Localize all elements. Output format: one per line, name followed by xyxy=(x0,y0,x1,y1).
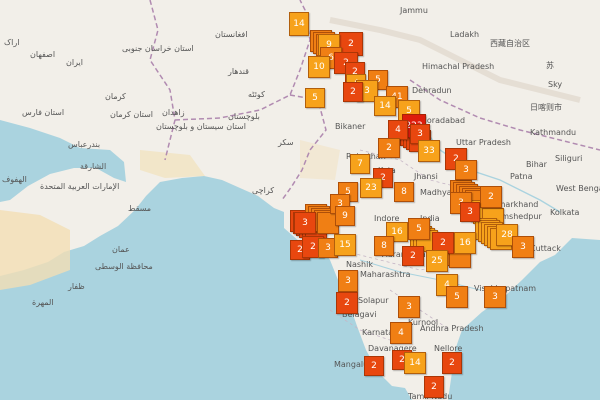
marker-cluster[interactable]: 14 xyxy=(374,96,396,116)
marker-cluster[interactable]: 25 xyxy=(426,250,448,272)
marker-cluster[interactable]: 7 xyxy=(350,154,370,174)
marker-cluster[interactable]: 33 xyxy=(418,140,440,162)
marker-cluster[interactable]: 2 xyxy=(402,246,424,266)
marker-cluster[interactable]: 2 xyxy=(343,82,363,102)
marker-cluster[interactable]: 2 xyxy=(424,376,444,398)
marker-cluster[interactable]: 23 xyxy=(360,178,382,198)
marker-cluster[interactable]: 2 xyxy=(442,352,462,374)
marker-cluster[interactable]: 2 xyxy=(378,138,400,158)
marker-cluster[interactable]: 5 xyxy=(446,286,468,308)
marker-cluster[interactable]: 2 xyxy=(364,356,384,376)
marker-cluster[interactable]: 14 xyxy=(404,352,426,374)
marker-cluster[interactable]: 4 xyxy=(388,120,408,140)
marker-cluster[interactable]: 5 xyxy=(305,88,325,108)
marker-cluster[interactable]: 3 xyxy=(512,236,534,258)
marker-cluster[interactable]: 14 xyxy=(289,12,309,36)
marker-cluster[interactable]: 3 xyxy=(460,202,480,222)
marker-cluster[interactable]: 15 xyxy=(334,234,356,256)
marker-cluster[interactable]: 9 xyxy=(335,206,355,226)
marker-cluster[interactable]: 8 xyxy=(374,236,394,256)
marker-cluster[interactable]: 2 xyxy=(480,186,502,208)
map-view[interactable]: اراک اصفهان کرمان استان فارس استان کرمان استا… xyxy=(0,0,600,400)
marker-cluster[interactable]: 8 xyxy=(394,182,414,202)
marker-cluster-layer: 1429621025432541145223432332372235833239… xyxy=(0,0,600,400)
marker-cluster[interactable]: 16 xyxy=(454,232,476,254)
marker-cluster[interactable]: 4 xyxy=(390,322,412,344)
marker-cluster[interactable]: 3 xyxy=(455,160,477,180)
marker-cluster[interactable]: 5 xyxy=(408,218,430,240)
marker-cluster[interactable]: 2 xyxy=(336,292,358,314)
marker-cluster[interactable]: 3 xyxy=(398,296,420,318)
marker-cluster[interactable]: 3 xyxy=(294,212,316,234)
marker-cluster[interactable]: 3 xyxy=(338,270,358,292)
marker-cluster[interactable]: 10 xyxy=(308,56,330,78)
marker-cluster[interactable]: 3 xyxy=(484,286,506,308)
